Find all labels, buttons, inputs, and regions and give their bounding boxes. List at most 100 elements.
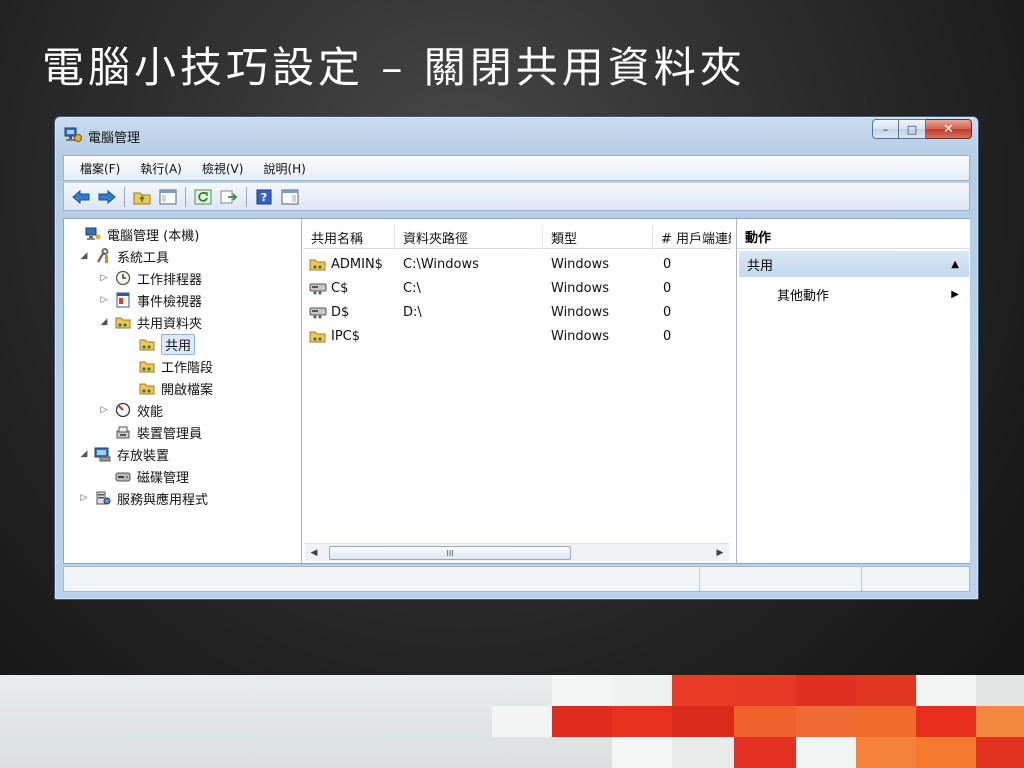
close-icon: ✕ xyxy=(943,121,954,137)
tree-item-disk-management[interactable]: 磁碟管理 xyxy=(98,465,189,487)
tree-item-event-viewer[interactable]: ▷ 事件檢視器 xyxy=(98,289,202,311)
horizontal-scrollbar[interactable]: ◀ III ▶ xyxy=(305,543,729,561)
storage-icon xyxy=(94,446,112,462)
event-viewer-icon xyxy=(114,292,132,308)
tree-item-label: 系統工具 xyxy=(117,250,170,266)
cell-client-count: 0 xyxy=(663,256,672,272)
column-header-share-name[interactable]: 共用名稱 xyxy=(303,225,395,249)
scroll-grip-icon: III xyxy=(446,548,454,558)
show-hide-tree-button[interactable] xyxy=(157,186,179,208)
refresh-button[interactable] xyxy=(192,186,214,208)
maximize-icon: □ xyxy=(906,122,918,136)
tree-expander[interactable]: ◢ xyxy=(98,317,110,327)
console-tree-icon xyxy=(159,189,177,204)
tree-expander[interactable]: ◢ xyxy=(78,251,90,261)
shared-folder-icon xyxy=(309,252,327,276)
decorative-tile xyxy=(976,706,1024,737)
show-hide-action-pane-button[interactable] xyxy=(279,186,301,208)
decorative-tile xyxy=(916,675,976,706)
table-row[interactable]: D$ D:\ Windows 0 xyxy=(303,300,731,324)
action-pane-title: 動作 xyxy=(737,225,970,249)
forward-button[interactable] xyxy=(96,186,118,208)
share-icon xyxy=(138,336,156,352)
tree-expander[interactable]: ▷ xyxy=(78,493,90,503)
back-button[interactable] xyxy=(70,186,92,208)
menu-file[interactable]: 檔案(F) xyxy=(70,160,130,177)
tree-item-performance[interactable]: ▷ 效能 xyxy=(98,399,163,421)
menu-action[interactable]: 執行(A) xyxy=(130,160,192,177)
scroll-left-icon[interactable]: ◀ xyxy=(305,544,323,562)
action-pane-icon xyxy=(281,189,299,204)
cell-type: Windows xyxy=(551,256,610,272)
scroll-right-icon[interactable]: ▶ xyxy=(711,544,729,562)
table-row[interactable]: IPC$ Windows 0 xyxy=(303,324,731,348)
close-button[interactable]: ✕ xyxy=(926,119,972,139)
help-button[interactable]: ? xyxy=(253,186,275,208)
cell-type: Windows xyxy=(551,304,610,320)
tree-item-task-scheduler[interactable]: ▷ 工作排程器 xyxy=(98,267,202,289)
cell-folder-path: C:\ xyxy=(403,280,421,296)
table-row[interactable]: C$ C:\ Windows 0 xyxy=(303,276,731,300)
tree-expander[interactable]: ▷ xyxy=(98,295,110,305)
collapse-up-icon[interactable]: ▲ xyxy=(951,259,959,270)
title-bar[interactable]: 電腦管理 – □ ✕ xyxy=(55,117,978,151)
column-header-type[interactable]: 類型 xyxy=(543,225,653,249)
console-tree[interactable]: 電腦管理 (本機) ◢ 系統工具 ▷ 工作排程器 ▷ 事件檢視器 ◢ 共用資料夾… xyxy=(64,219,302,563)
maximize-button[interactable]: □ xyxy=(899,119,926,139)
menu-view[interactable]: 檢視(V) xyxy=(192,160,254,177)
menu-help[interactable]: 說明(H) xyxy=(253,160,315,177)
toolbar-separator xyxy=(185,186,186,207)
tree-item-sessions[interactable]: 工作階段 xyxy=(122,355,213,377)
table-row[interactable]: ADMIN$ C:\Windows Windows 0 xyxy=(303,252,731,276)
tree-item-label: 存放裝置 xyxy=(117,448,170,464)
column-header-client-connections[interactable]: # 用戶端連線 xyxy=(653,225,731,249)
tree-item-open-files[interactable]: 開啟檔案 xyxy=(122,377,213,399)
export-icon xyxy=(220,190,238,203)
tree-item-shares[interactable]: 共用 xyxy=(122,333,196,355)
status-cell xyxy=(64,567,700,591)
tree-item-storage[interactable]: ◢ 存放裝置 xyxy=(78,443,169,465)
action-section-shares[interactable]: 共用 ▲ xyxy=(739,251,969,277)
shares-list: 共用名稱 資料夾路徑 類型 # 用戶端連線 ADMIN$ C:\Windows … xyxy=(303,219,731,563)
decorative-tile xyxy=(976,737,1024,768)
forward-arrow-icon xyxy=(98,189,116,204)
decorative-tile xyxy=(856,706,916,737)
decorative-tile xyxy=(976,675,1024,706)
toolbar-separator xyxy=(124,186,125,207)
scroll-thumb[interactable]: III xyxy=(329,546,571,560)
folder-up-icon xyxy=(133,192,151,204)
cell-share-name: D$ xyxy=(331,304,350,320)
decorative-tile xyxy=(612,675,672,706)
help-icon: ? xyxy=(256,189,272,204)
status-bar xyxy=(63,566,970,592)
decorative-tile xyxy=(796,675,856,706)
cell-folder-path: D:\ xyxy=(403,304,422,320)
tree-item-services-applications[interactable]: ▷ 服務與應用程式 xyxy=(78,487,208,509)
main-content: 電腦管理 (本機) ◢ 系統工具 ▷ 工作排程器 ▷ 事件檢視器 ◢ 共用資料夾… xyxy=(63,218,970,564)
tree-expander[interactable]: ▷ xyxy=(98,405,110,415)
system-tools-icon xyxy=(94,248,112,264)
decorative-tile xyxy=(796,737,856,768)
decorative-tile xyxy=(672,706,734,737)
minimize-button[interactable]: – xyxy=(872,119,899,139)
tree-item-computer-management[interactable]: 電腦管理 (本機) xyxy=(68,223,199,245)
tree-expander[interactable]: ▷ xyxy=(98,273,110,283)
tree-item-device-manager[interactable]: 裝置管理員 xyxy=(98,421,202,443)
tree-item-label: 服務與應用程式 xyxy=(117,492,209,508)
decorative-tile xyxy=(856,675,916,706)
decorative-tile xyxy=(612,737,672,768)
tree-item-shared-folders[interactable]: ◢ 共用資料夾 xyxy=(98,311,202,333)
computer-management-icon xyxy=(64,127,82,143)
tree-item-label: 開啟檔案 xyxy=(161,382,214,398)
cell-share-name: ADMIN$ xyxy=(331,256,383,272)
up-folder-button[interactable] xyxy=(131,186,153,208)
decorative-tile xyxy=(734,706,796,737)
export-list-button[interactable] xyxy=(218,186,240,208)
column-header-folder-path[interactable]: 資料夾路徑 xyxy=(395,225,543,249)
cell-share-name: C$ xyxy=(331,280,349,296)
cell-folder-path: C:\Windows xyxy=(403,256,479,272)
action-more-actions[interactable]: 其他動作 ▶ xyxy=(777,283,969,305)
tree-item-system-tools[interactable]: ◢ 系統工具 xyxy=(78,245,169,267)
decorative-tile xyxy=(916,737,976,768)
tree-expander[interactable]: ◢ xyxy=(78,449,90,459)
